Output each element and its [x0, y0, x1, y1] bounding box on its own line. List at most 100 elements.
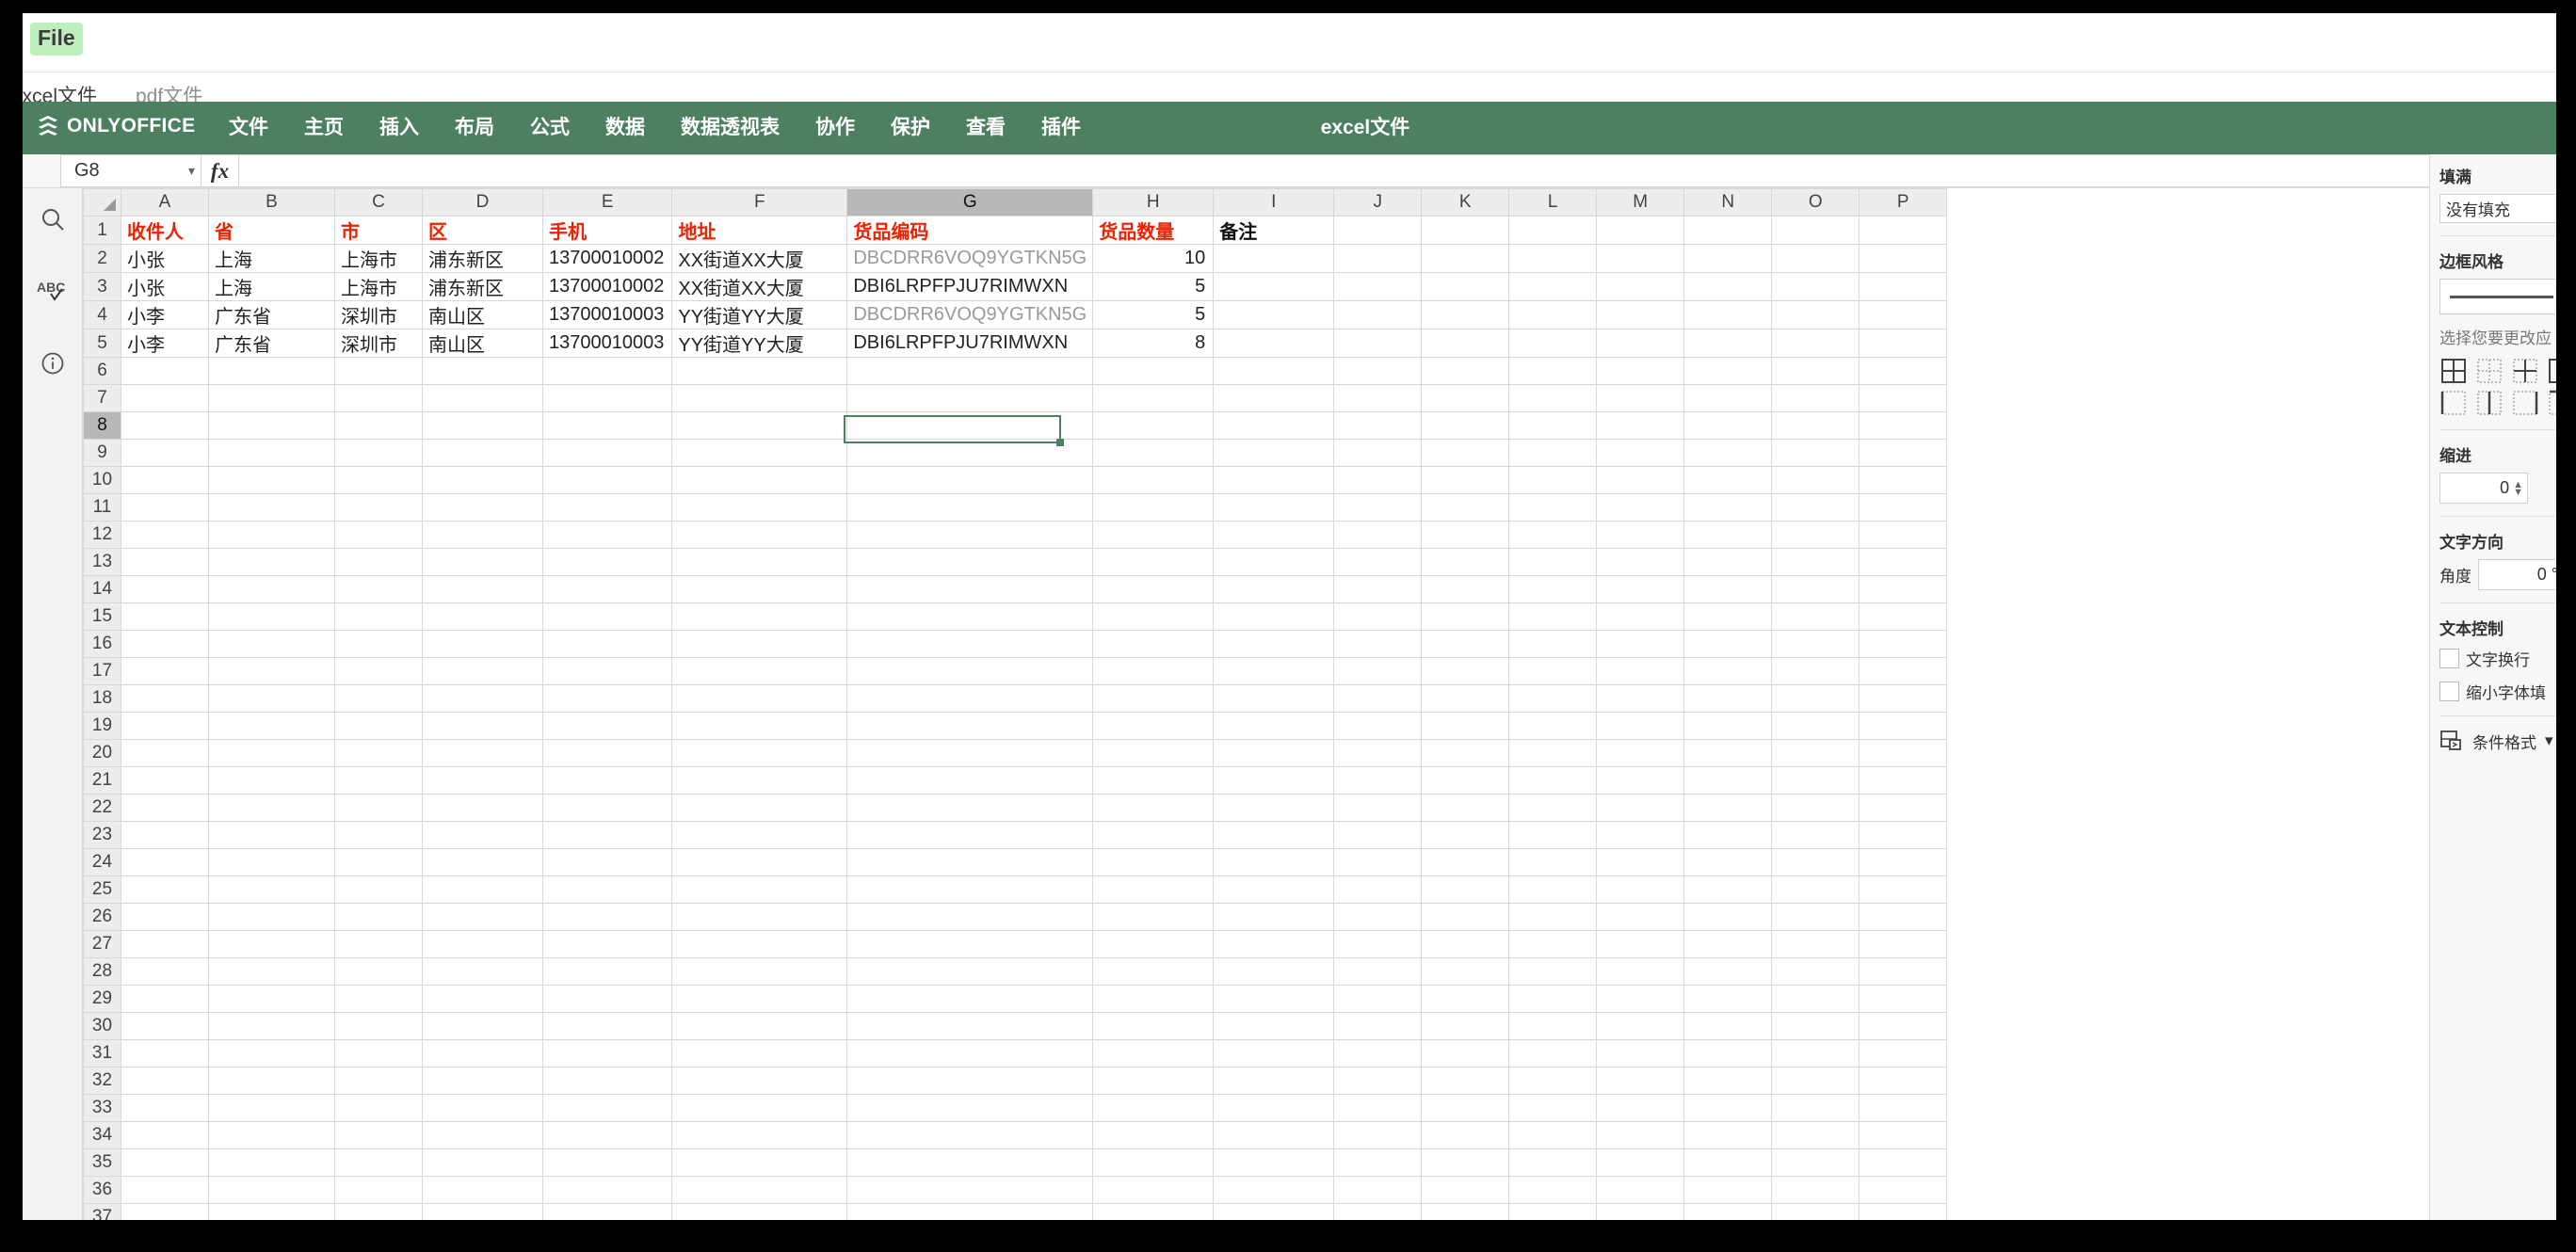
- cell-E31[interactable]: [542, 1039, 673, 1067]
- cell-H14[interactable]: [1092, 575, 1215, 603]
- cell-L28[interactable]: [1508, 957, 1598, 986]
- cell-C13[interactable]: [334, 548, 423, 576]
- cell-K16[interactable]: [1421, 630, 1510, 658]
- cell-P24[interactable]: [1859, 848, 1948, 876]
- cell-J24[interactable]: [1333, 848, 1423, 876]
- cell-C24[interactable]: [334, 848, 423, 876]
- cell-J18[interactable]: [1333, 684, 1423, 713]
- row-header-29[interactable]: 29: [83, 985, 121, 1013]
- cell-O8[interactable]: [1771, 411, 1860, 440]
- cell-J21[interactable]: [1333, 766, 1423, 795]
- table-row[interactable]: 14: [83, 575, 1948, 603]
- cell-M3[interactable]: [1596, 272, 1685, 301]
- cell-K6[interactable]: [1421, 357, 1510, 385]
- cell-P35[interactable]: [1859, 1148, 1948, 1177]
- cell-M22[interactable]: [1596, 794, 1685, 822]
- cell-K21[interactable]: [1421, 766, 1510, 795]
- cell-C8[interactable]: [334, 411, 423, 440]
- cell-J32[interactable]: [1333, 1067, 1423, 1095]
- cell-D28[interactable]: [422, 957, 543, 986]
- cell-D35[interactable]: [422, 1148, 543, 1177]
- cell-A21[interactable]: [121, 766, 209, 795]
- table-row[interactable]: 6: [83, 357, 1948, 385]
- cell-A12[interactable]: [121, 521, 209, 549]
- cell-H34[interactable]: [1092, 1121, 1215, 1149]
- cell-I22[interactable]: [1213, 794, 1335, 822]
- cell-P9[interactable]: [1859, 439, 1948, 467]
- cell-E23[interactable]: [542, 821, 673, 849]
- table-row[interactable]: 33: [83, 1094, 1948, 1122]
- column-header-k[interactable]: K: [1421, 188, 1510, 217]
- table-row[interactable]: 3 小张 上海 上海市 浦东新区 13700010002 XX街道XX大厦 DBI6LRPFP…: [83, 272, 1948, 301]
- cell-B12[interactable]: [208, 521, 335, 549]
- cell-P8[interactable]: [1859, 411, 1948, 440]
- cell-P14[interactable]: [1859, 575, 1948, 603]
- cell-L20[interactable]: [1508, 739, 1598, 767]
- cell-N5[interactable]: [1683, 329, 1773, 358]
- cell-M36[interactable]: [1596, 1176, 1685, 1204]
- cell-F33[interactable]: [671, 1094, 848, 1122]
- row-header-24[interactable]: 24: [83, 848, 121, 876]
- cell-B37[interactable]: [208, 1203, 335, 1220]
- cell-F11[interactable]: [671, 493, 848, 522]
- cell-B31[interactable]: [208, 1039, 335, 1067]
- cell-B23[interactable]: [208, 821, 335, 849]
- cell-K35[interactable]: [1421, 1148, 1510, 1177]
- cell-N1[interactable]: [1683, 216, 1773, 245]
- cell-C14[interactable]: [334, 575, 423, 603]
- cell-P4[interactable]: [1859, 300, 1948, 329]
- menu-item-insert[interactable]: 插入: [362, 102, 437, 154]
- cell-B6[interactable]: [208, 357, 335, 385]
- cell-B25[interactable]: [208, 875, 335, 904]
- column-header-o[interactable]: O: [1771, 188, 1860, 217]
- row-header-7[interactable]: 7: [83, 384, 121, 412]
- cell-N4[interactable]: [1683, 300, 1773, 329]
- cell-P36[interactable]: [1859, 1176, 1948, 1204]
- cell-G14[interactable]: [846, 575, 1094, 603]
- cell-J19[interactable]: [1333, 712, 1423, 740]
- cell-K12[interactable]: [1421, 521, 1510, 549]
- cell-K18[interactable]: [1421, 684, 1510, 713]
- cell-I36[interactable]: [1213, 1176, 1335, 1204]
- cell-A11[interactable]: [121, 493, 209, 522]
- table-row[interactable]: 9: [83, 439, 1948, 467]
- cell-K2[interactable]: [1421, 244, 1510, 273]
- shrink-to-fit-checkbox[interactable]: [2439, 682, 2459, 701]
- cell-N17[interactable]: [1683, 657, 1773, 685]
- cell-G29[interactable]: [846, 985, 1094, 1013]
- table-row[interactable]: 4 小李 广东省 深圳市 南山区 13700010003 YY街道YY大厦 DBCDRR6VO…: [83, 300, 1948, 329]
- cell-D36[interactable]: [422, 1176, 543, 1204]
- cell-P29[interactable]: [1859, 985, 1948, 1013]
- row-header-1[interactable]: 1: [83, 216, 121, 245]
- table-row[interactable]: 27: [83, 930, 1948, 958]
- cell-J12[interactable]: [1333, 521, 1423, 549]
- cell-G8[interactable]: [846, 411, 1094, 440]
- cell-M6[interactable]: [1596, 357, 1685, 385]
- cell-A3[interactable]: 小张: [121, 272, 209, 301]
- border-left-icon[interactable]: [2439, 389, 2468, 417]
- cell-H27[interactable]: [1092, 930, 1215, 958]
- cell-O24[interactable]: [1771, 848, 1860, 876]
- cell-E22[interactable]: [542, 794, 673, 822]
- cell-A6[interactable]: [121, 357, 209, 385]
- cell-P25[interactable]: [1859, 875, 1948, 904]
- cell-O26[interactable]: [1771, 903, 1860, 931]
- cell-M25[interactable]: [1596, 875, 1685, 904]
- cell-O16[interactable]: [1771, 630, 1860, 658]
- cell-I9[interactable]: [1213, 439, 1335, 467]
- cell-F21[interactable]: [671, 766, 848, 795]
- cell-F20[interactable]: [671, 739, 848, 767]
- cell-D23[interactable]: [422, 821, 543, 849]
- cell-A16[interactable]: [121, 630, 209, 658]
- cell-J4[interactable]: [1333, 300, 1423, 329]
- cell-N26[interactable]: [1683, 903, 1773, 931]
- cell-B27[interactable]: [208, 930, 335, 958]
- cell-L5[interactable]: [1508, 329, 1598, 358]
- menu-item-pivot-table[interactable]: 数据透视表: [663, 102, 797, 154]
- cell-A13[interactable]: [121, 548, 209, 576]
- cell-J31[interactable]: [1333, 1039, 1423, 1067]
- cell-G18[interactable]: [846, 684, 1094, 713]
- cell-L22[interactable]: [1508, 794, 1598, 822]
- table-row[interactable]: 21: [83, 766, 1948, 795]
- cell-D17[interactable]: [422, 657, 543, 685]
